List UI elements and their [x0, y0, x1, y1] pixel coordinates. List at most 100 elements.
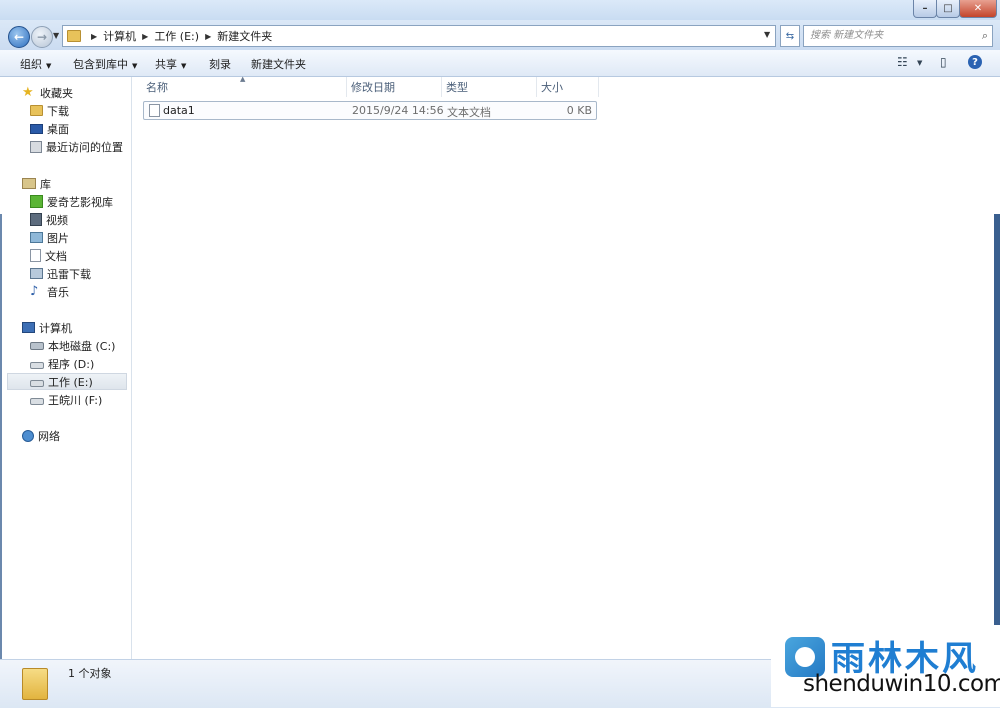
search-box[interactable]: ⌕	[803, 25, 993, 47]
column-header-name[interactable]: 名称	[146, 77, 168, 97]
chevron-down-icon: ▼	[181, 62, 187, 70]
chevron-right-icon[interactable]: ▶	[142, 32, 148, 41]
system-drive-icon	[30, 341, 44, 350]
library-icon	[22, 178, 36, 189]
nav-label: 桌面	[47, 122, 69, 136]
address-bar[interactable]: ▶ 计算机 ▶ 工作 (E:) ▶ 新建文件夹	[62, 25, 776, 47]
folder-icon	[67, 30, 81, 42]
nav-item-drive-e[interactable]: 工作 (E:)	[7, 373, 127, 390]
chevron-down-icon[interactable]: ▼	[917, 59, 922, 67]
iqiyi-library-icon	[30, 195, 43, 208]
chevron-down-icon: ▼	[46, 62, 52, 70]
breadcrumb: ▶ 计算机 ▶ 工作 (E:) ▶ 新建文件夹	[85, 28, 272, 44]
computer-icon	[22, 322, 35, 333]
nav-label: 王皖川 (F:)	[48, 393, 103, 407]
column-divider[interactable]	[441, 77, 442, 97]
chevron-right-icon[interactable]: ▶	[91, 32, 97, 41]
file-size: 0 KB	[566, 104, 592, 117]
nav-item-drive-f[interactable]: 王皖川 (F:)	[30, 391, 102, 408]
forward-button[interactable]: →	[31, 26, 53, 48]
organize-menu-button[interactable]: 组织 ▼	[20, 56, 51, 72]
nav-item-drive-c[interactable]: 本地磁盘 (C:)	[30, 337, 115, 354]
nav-item-music[interactable]: ♪ 音乐	[30, 283, 69, 300]
nav-network[interactable]: 网络	[22, 427, 60, 444]
nav-libraries[interactable]: 库	[22, 175, 51, 192]
drive-icon	[30, 379, 44, 387]
watermark-url: shenduwin10.com	[803, 671, 1000, 697]
new-folder-button[interactable]: 新建文件夹	[251, 56, 306, 72]
nav-item-thunder-downloads[interactable]: 迅雷下载	[30, 265, 91, 282]
nav-item-iqiyi-library[interactable]: 爱奇艺影视库	[30, 193, 113, 210]
document-library-icon	[30, 249, 41, 262]
back-button[interactable]: ←	[8, 26, 30, 48]
star-icon: ★	[22, 84, 34, 100]
column-divider[interactable]	[346, 77, 347, 97]
search-icon[interactable]: ⌕	[982, 29, 988, 43]
nav-label: 文档	[45, 249, 67, 263]
nav-favorites[interactable]: ★ 收藏夹	[22, 84, 73, 101]
nav-label: 收藏夹	[40, 86, 73, 100]
nav-label: 本地磁盘 (C:)	[48, 339, 116, 353]
text-file-icon	[149, 104, 160, 117]
share-button[interactable]: 共享 ▼	[155, 56, 186, 72]
navigation-pane: ★ 收藏夹 下载 桌面 最近访问的位置 库 爱奇艺影视库 视频 图片 文档 迅雷下…	[0, 77, 132, 659]
nav-item-downloads[interactable]: 下载	[30, 102, 69, 119]
nav-label: 最近访问的位置	[46, 140, 123, 154]
include-in-library-button[interactable]: 包含到库中 ▼	[73, 56, 137, 72]
organize-label: 组织	[20, 58, 42, 71]
nav-item-pictures[interactable]: 图片	[30, 229, 69, 246]
address-row: ← → ▼ ▶ 计算机 ▶ 工作 (E:) ▶ 新建文件夹 ▼ ⇆ ⌕	[0, 20, 1000, 50]
thunder-download-library-icon	[30, 268, 43, 279]
column-header-date-modified[interactable]: 修改日期	[351, 77, 395, 97]
search-input[interactable]	[804, 26, 970, 44]
file-name: data1	[163, 104, 195, 117]
drive-icon	[30, 397, 44, 405]
burn-button[interactable]: 刻录	[209, 56, 231, 72]
picture-library-icon	[30, 232, 43, 243]
column-divider[interactable]	[598, 77, 599, 97]
nav-item-drive-d[interactable]: 程序 (D:)	[30, 355, 94, 372]
nav-computer[interactable]: 计算机	[22, 319, 72, 336]
nav-item-recent-places[interactable]: 最近访问的位置	[30, 138, 123, 155]
window-frame-left	[0, 214, 2, 659]
nav-label: 计算机	[39, 321, 72, 335]
nav-label: 程序 (D:)	[48, 357, 95, 371]
video-library-icon	[30, 213, 42, 226]
file-date-modified: 2015/9/24 14:56	[352, 104, 444, 117]
include-in-library-label: 包含到库中	[73, 58, 128, 71]
recent-places-icon	[30, 140, 42, 153]
chevron-down-icon: ▼	[132, 62, 138, 70]
breadcrumb-drive-e[interactable]: 工作 (E:)	[154, 28, 199, 44]
nav-item-documents[interactable]: 文档	[30, 247, 67, 264]
title-bar: – □ ✕	[0, 0, 1000, 20]
nav-label: 迅雷下载	[47, 267, 91, 281]
maximize-button[interactable]: □	[936, 0, 960, 18]
view-options-icon[interactable]: ☷	[897, 55, 908, 69]
refresh-button[interactable]: ⇆	[780, 25, 800, 47]
sort-ascending-icon: ▲	[240, 75, 246, 83]
minimize-button[interactable]: –	[913, 0, 937, 18]
breadcrumb-computer[interactable]: 计算机	[103, 28, 136, 44]
nav-label: 工作 (E:)	[48, 375, 93, 389]
downloads-folder-icon	[30, 105, 43, 116]
address-dropdown-icon[interactable]: ▼	[764, 30, 770, 39]
nav-item-desktop[interactable]: 桌面	[30, 120, 69, 137]
drive-icon	[30, 361, 44, 369]
recent-pages-dropdown-icon[interactable]: ▼	[53, 31, 59, 40]
nav-label: 库	[40, 177, 51, 191]
column-divider[interactable]	[536, 77, 537, 97]
share-label: 共享	[155, 58, 177, 71]
column-label: 修改日期	[351, 81, 395, 94]
column-header-type[interactable]: 类型	[446, 77, 468, 97]
preview-pane-icon[interactable]: ▯	[940, 55, 947, 69]
column-header-size[interactable]: 大小	[541, 77, 563, 97]
nav-item-videos[interactable]: 视频	[30, 211, 68, 228]
nav-label: 音乐	[47, 285, 69, 299]
help-icon[interactable]: ?	[968, 55, 982, 69]
breadcrumb-new-folder[interactable]: 新建文件夹	[217, 28, 272, 44]
file-row[interactable]: data1 2015/9/24 14:56 文本文档 0 KB	[143, 101, 597, 120]
chevron-right-icon[interactable]: ▶	[205, 32, 211, 41]
close-button[interactable]: ✕	[959, 0, 997, 18]
new-folder-label: 新建文件夹	[251, 58, 306, 71]
forward-arrow-icon: →	[36, 30, 48, 44]
